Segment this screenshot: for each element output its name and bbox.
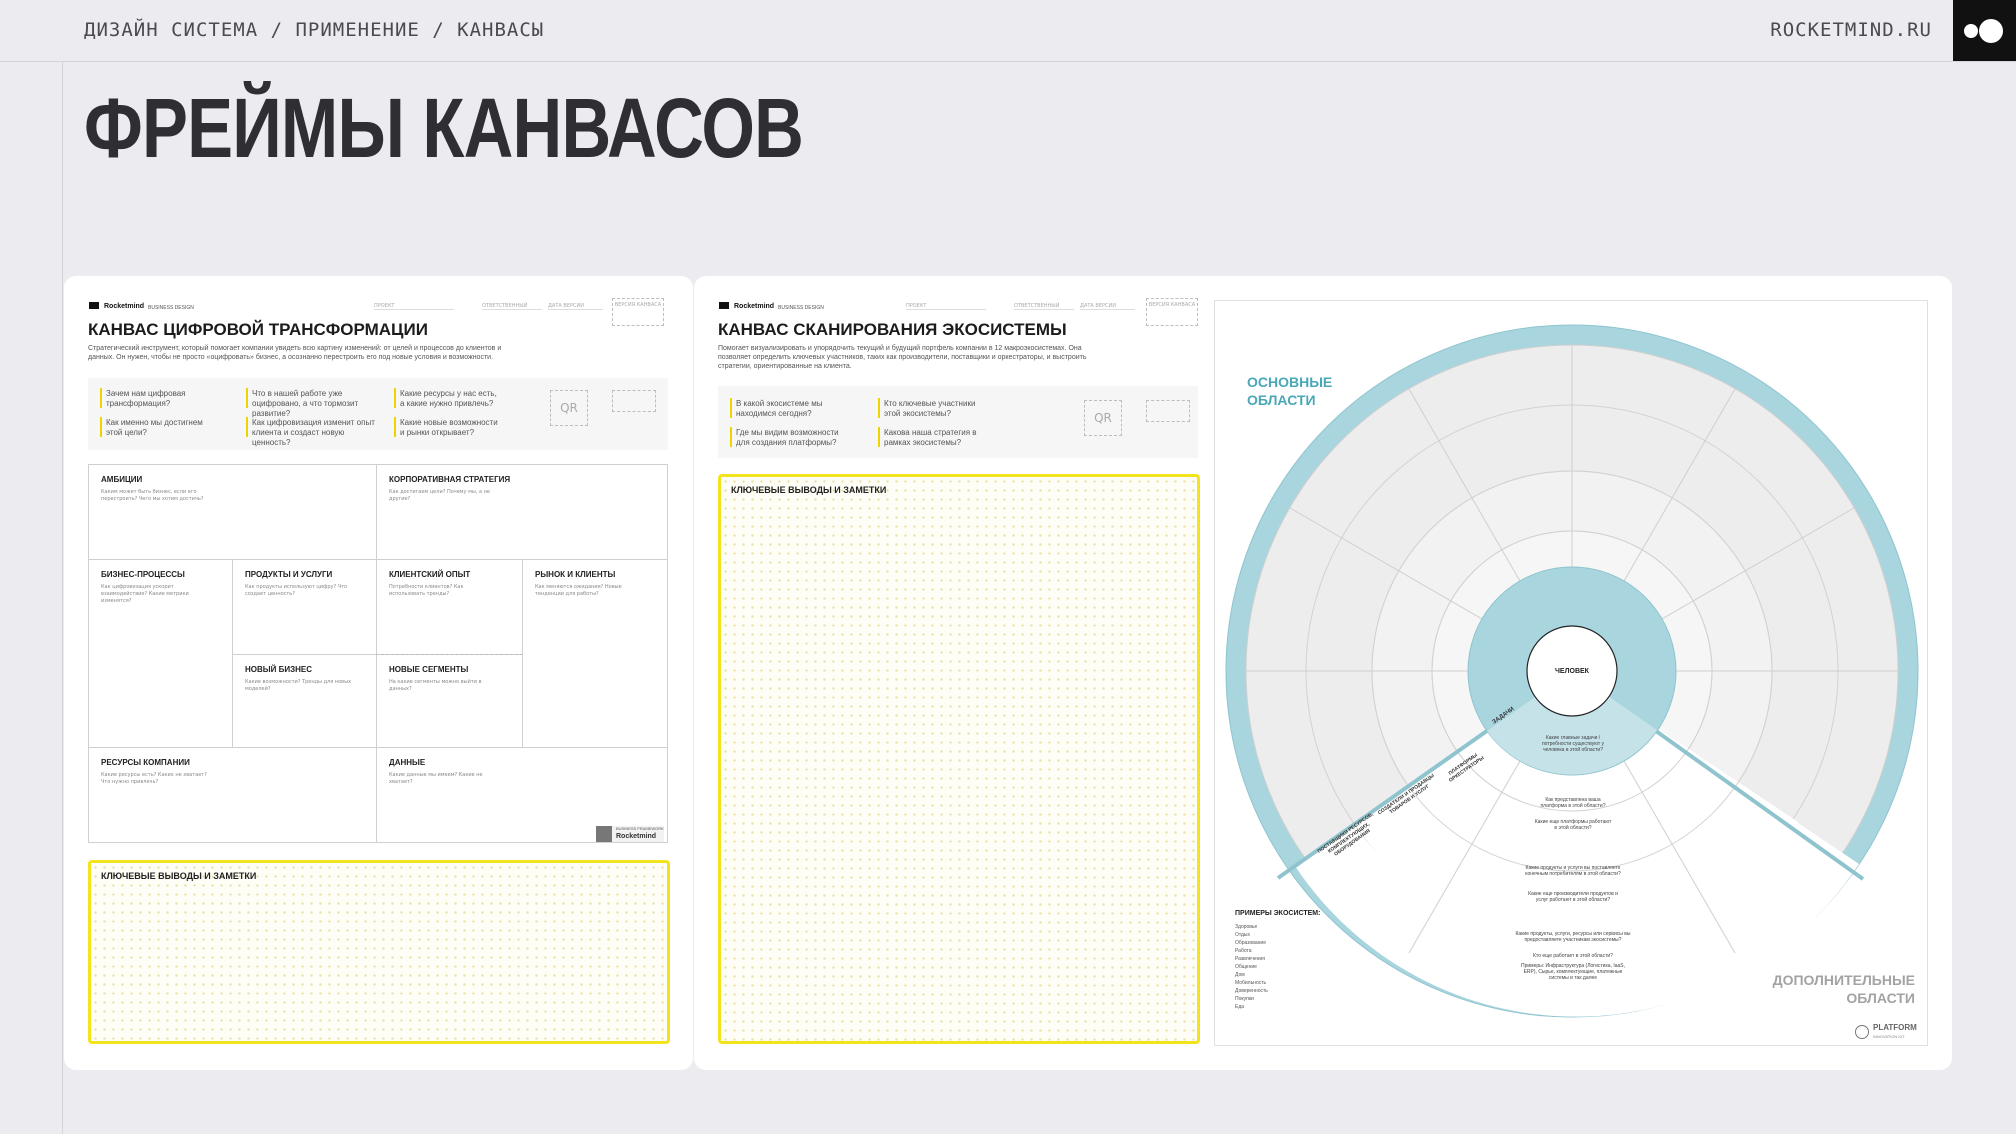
rocketmind-logo-icon[interactable]: [1953, 0, 2016, 61]
wheel-question: Примеры: Инфраструктура (Логистика, IaaS…: [1520, 963, 1626, 981]
block-business-processes[interactable]: БИЗНЕС-ПРОЦЕССЫ Как цифровизация ускорит …: [88, 559, 233, 748]
block-new-segments[interactable]: НОВЫЕ СЕГМЕНТЫ На какие сегменты можно вы…: [376, 654, 523, 748]
canvas-description: Помогает визуализировать и упорядочить т…: [718, 345, 1087, 370]
field-owner[interactable]: ОТВЕТСТВЕННЫЙ: [482, 303, 542, 310]
block-client-experience[interactable]: КЛИЕНТСКИЙ ОПЫТ Потребности клиентов? Как…: [376, 559, 523, 655]
question: Как именно мы достигнем этой цели?: [106, 418, 203, 437]
canvas-description: Стратегический инструмент, который помог…: [88, 345, 502, 361]
question: Зачем нам цифровая трансформация?: [106, 389, 186, 408]
question: Кто ключевые участники этой экосистемы?: [884, 399, 976, 418]
block-corporate-strategy[interactable]: КОРПОРАТИВНАЯ СТРАТЕГИЯ Как достигаем цел…: [376, 464, 668, 560]
platform-circle-icon: [1855, 1025, 1869, 1039]
framework-badge: BUSINESS FRAMEWORK Rocketmind: [596, 826, 664, 842]
question: Как цифровизация изменит опыт клиента и …: [252, 418, 375, 447]
rocketmind-mark-icon: [89, 302, 99, 309]
wheel-question: Какие еще производители продуктов и услу…: [1528, 891, 1618, 903]
question: В какой экосистеме мы находимся сегодня?: [736, 399, 823, 418]
wheel-question: Какие продукты и услуги вы поставляете к…: [1525, 865, 1621, 877]
qr-placeholder[interactable]: QR: [550, 390, 588, 426]
examples-list: Здоровье Отдых Образование Работа Развле…: [1235, 924, 1268, 1010]
page-title: ФРЕЙМЫ КАНВАСОВ: [84, 81, 804, 175]
platform-kit-badge: PLATFORM INNOVATION KIT: [1855, 1023, 1925, 1041]
brand-sub: BUSINESS DESIGN: [778, 305, 824, 311]
note-placeholder: [612, 390, 656, 412]
canvas-card-digital[interactable]: Rocketmind BUSINESS DESIGN ПРОЕКТ ОТВЕТС…: [64, 276, 693, 1070]
field-date[interactable]: ДАТА ВЕРСИИ: [1080, 303, 1135, 310]
block-new-business[interactable]: НОВЫЙ БИЗНЕС Какие возможности? Тренды дл…: [232, 654, 377, 748]
question: Какова наша стратегия в рамках экосистем…: [884, 428, 977, 447]
note-placeholder: [1146, 400, 1190, 422]
brand-name: Rocketmind: [104, 303, 145, 310]
field-project[interactable]: ПРОЕКТ: [374, 303, 454, 310]
extra-areas-label: ДОПОЛНИТЕЛЬНЫЕ ОБЛАСТИ: [1772, 972, 1915, 1006]
field-project[interactable]: ПРОЕКТ: [906, 303, 986, 310]
field-owner[interactable]: ОТВЕТСТВЕННЫЙ: [1014, 303, 1074, 310]
block-ambitions[interactable]: АМБИЦИИ Каким может быть бизнес, если его…: [88, 464, 377, 560]
wheel-question: Кто еще работает в этой области?: [1533, 953, 1613, 959]
examples-title: ПРИМЕРЫ ЭКОСИСТЕМ:: [1235, 910, 1321, 917]
canvas-title: КАНВАС ЦИФРОВОЙ ТРАНСФОРМАЦИИ: [88, 320, 428, 339]
canvas-title: КАНВАС СКАНИРОВАНИЯ ЭКОСИСТЕМЫ: [718, 320, 1067, 339]
version-box[interactable]: ВЕРСИЯ КАНВАСА: [612, 298, 664, 326]
site-link[interactable]: ROCKETMIND.RU: [1770, 19, 1932, 41]
question: Где мы видим возможности для создания пл…: [736, 428, 839, 447]
wheel-question: Как представлена ваша платформа в этой о…: [1540, 797, 1606, 809]
question: Что в нашей работе уже оцифровано, а что…: [252, 389, 359, 418]
top-bar: ДИЗАЙН СИСТЕМА / ПРИМЕНЕНИЕ / КАНВАСЫ RO…: [0, 0, 2016, 62]
block-market-clients[interactable]: РЫНОК И КЛИЕНТЫ Как меняются ожидания? Но…: [522, 559, 668, 748]
block-company-resources[interactable]: РЕСУРСЫ КОМПАНИИ Какие ресурсы есть? Каки…: [88, 747, 377, 843]
block-products-services[interactable]: ПРОДУКТЫ И УСЛУГИ Как продукты используют…: [232, 559, 377, 655]
brand-sub: BUSINESS DESIGN: [148, 305, 194, 311]
rocketmind-mark-icon: [719, 302, 729, 309]
vertical-guide-line: [62, 61, 63, 1134]
ecosystem-wheel-panel: ОСНОВНЫЕ ОБЛАСТИ ДОПОЛНИТЕЛЬНЫЕ ОБЛАСТИ …: [1214, 300, 1928, 1046]
key-notes-area[interactable]: КЛЮЧЕВЫЕ ВЫВОДЫ И ЗАМЕТКИ: [718, 474, 1200, 1044]
wheel-question: Какие еще платформы работают в этой обла…: [1534, 819, 1612, 831]
brand-name: Rocketmind: [734, 303, 775, 310]
canvas-card-ecosystem[interactable]: Rocketmind BUSINESS DESIGN ПРОЕКТ ОТВЕТС…: [694, 276, 1952, 1070]
center-label: ЧЕЛОВЕК: [1555, 668, 1589, 675]
wheel-question: Какие главные задачи / потребности сущес…: [1541, 735, 1605, 753]
breadcrumb[interactable]: ДИЗАЙН СИСТЕМА / ПРИМЕНЕНИЕ / КАНВАСЫ: [84, 19, 544, 41]
version-box[interactable]: ВЕРСИЯ КАНВАСА: [1146, 298, 1198, 326]
question: Какие ресурсы у нас есть, а какие нужно …: [400, 389, 497, 408]
wheel-question: Какие продукты, услуги, ресурсы или серв…: [1515, 931, 1631, 943]
field-date[interactable]: ДАТА ВЕРСИИ: [548, 303, 603, 310]
qr-placeholder[interactable]: QR: [1084, 400, 1122, 436]
question: Какие новые возможности и рынки открывае…: [400, 418, 498, 437]
main-areas-label: ОСНОВНЫЕ ОБЛАСТИ: [1247, 374, 1333, 408]
key-notes-area[interactable]: КЛЮЧЕВЫЕ ВЫВОДЫ И ЗАМЕТКИ: [88, 860, 670, 1044]
